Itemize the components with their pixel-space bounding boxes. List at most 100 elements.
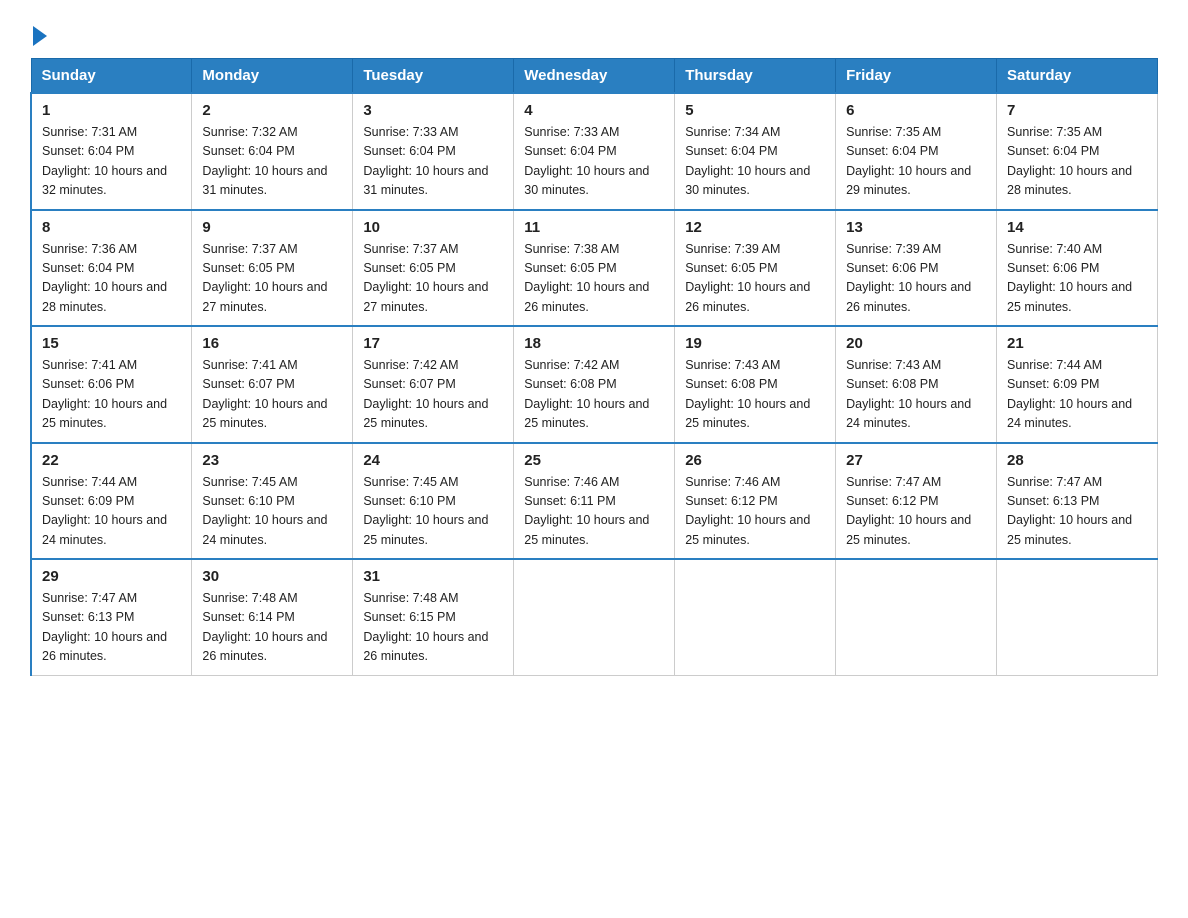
day-info: Sunrise: 7:36 AMSunset: 6:04 PMDaylight:…: [42, 242, 167, 314]
day-number: 14: [1007, 219, 1147, 236]
day-info: Sunrise: 7:41 AMSunset: 6:07 PMDaylight:…: [202, 358, 327, 430]
calendar-cell: [997, 559, 1158, 675]
day-info: Sunrise: 7:35 AMSunset: 6:04 PMDaylight:…: [1007, 125, 1132, 197]
day-info: Sunrise: 7:47 AMSunset: 6:12 PMDaylight:…: [846, 475, 971, 547]
day-info: Sunrise: 7:47 AMSunset: 6:13 PMDaylight:…: [1007, 475, 1132, 547]
day-info: Sunrise: 7:43 AMSunset: 6:08 PMDaylight:…: [846, 358, 971, 430]
calendar-cell: 27 Sunrise: 7:47 AMSunset: 6:12 PMDaylig…: [836, 443, 997, 560]
logo: [30, 24, 47, 40]
day-number: 25: [524, 452, 664, 469]
day-number: 23: [202, 452, 342, 469]
day-number: 1: [42, 102, 181, 119]
day-number: 9: [202, 219, 342, 236]
day-number: 16: [202, 335, 342, 352]
calendar-cell: 1 Sunrise: 7:31 AMSunset: 6:04 PMDayligh…: [31, 93, 192, 210]
day-info: Sunrise: 7:39 AMSunset: 6:05 PMDaylight:…: [685, 242, 810, 314]
calendar-cell: [675, 559, 836, 675]
day-number: 26: [685, 452, 825, 469]
calendar-cell: 21 Sunrise: 7:44 AMSunset: 6:09 PMDaylig…: [997, 326, 1158, 443]
day-number: 18: [524, 335, 664, 352]
calendar-cell: 28 Sunrise: 7:47 AMSunset: 6:13 PMDaylig…: [997, 443, 1158, 560]
day-info: Sunrise: 7:34 AMSunset: 6:04 PMDaylight:…: [685, 125, 810, 197]
day-info: Sunrise: 7:39 AMSunset: 6:06 PMDaylight:…: [846, 242, 971, 314]
calendar-cell: 18 Sunrise: 7:42 AMSunset: 6:08 PMDaylig…: [514, 326, 675, 443]
calendar-cell: 7 Sunrise: 7:35 AMSunset: 6:04 PMDayligh…: [997, 93, 1158, 210]
day-info: Sunrise: 7:46 AMSunset: 6:11 PMDaylight:…: [524, 475, 649, 547]
weekday-header-wednesday: Wednesday: [514, 59, 675, 94]
day-info: Sunrise: 7:35 AMSunset: 6:04 PMDaylight:…: [846, 125, 971, 197]
calendar-cell: 22 Sunrise: 7:44 AMSunset: 6:09 PMDaylig…: [31, 443, 192, 560]
day-number: 20: [846, 335, 986, 352]
calendar-cell: 4 Sunrise: 7:33 AMSunset: 6:04 PMDayligh…: [514, 93, 675, 210]
calendar-cell: 30 Sunrise: 7:48 AMSunset: 6:14 PMDaylig…: [192, 559, 353, 675]
day-number: 30: [202, 568, 342, 585]
day-info: Sunrise: 7:44 AMSunset: 6:09 PMDaylight:…: [1007, 358, 1132, 430]
calendar-cell: [514, 559, 675, 675]
calendar-cell: 3 Sunrise: 7:33 AMSunset: 6:04 PMDayligh…: [353, 93, 514, 210]
day-number: 11: [524, 219, 664, 236]
day-info: Sunrise: 7:48 AMSunset: 6:14 PMDaylight:…: [202, 591, 327, 663]
calendar-cell: 23 Sunrise: 7:45 AMSunset: 6:10 PMDaylig…: [192, 443, 353, 560]
day-info: Sunrise: 7:33 AMSunset: 6:04 PMDaylight:…: [524, 125, 649, 197]
day-number: 28: [1007, 452, 1147, 469]
day-number: 21: [1007, 335, 1147, 352]
day-number: 5: [685, 102, 825, 119]
day-number: 31: [363, 568, 503, 585]
day-number: 19: [685, 335, 825, 352]
calendar-cell: 14 Sunrise: 7:40 AMSunset: 6:06 PMDaylig…: [997, 210, 1158, 327]
day-number: 17: [363, 335, 503, 352]
day-info: Sunrise: 7:38 AMSunset: 6:05 PMDaylight:…: [524, 242, 649, 314]
day-info: Sunrise: 7:31 AMSunset: 6:04 PMDaylight:…: [42, 125, 167, 197]
day-info: Sunrise: 7:40 AMSunset: 6:06 PMDaylight:…: [1007, 242, 1132, 314]
day-info: Sunrise: 7:44 AMSunset: 6:09 PMDaylight:…: [42, 475, 167, 547]
calendar-table: SundayMondayTuesdayWednesdayThursdayFrid…: [30, 58, 1158, 676]
calendar-cell: 31 Sunrise: 7:48 AMSunset: 6:15 PMDaylig…: [353, 559, 514, 675]
day-info: Sunrise: 7:42 AMSunset: 6:07 PMDaylight:…: [363, 358, 488, 430]
calendar-cell: 11 Sunrise: 7:38 AMSunset: 6:05 PMDaylig…: [514, 210, 675, 327]
logo-triangle-icon: [33, 26, 47, 46]
day-info: Sunrise: 7:43 AMSunset: 6:08 PMDaylight:…: [685, 358, 810, 430]
day-number: 8: [42, 219, 181, 236]
weekday-header-friday: Friday: [836, 59, 997, 94]
day-number: 24: [363, 452, 503, 469]
calendar-cell: 29 Sunrise: 7:47 AMSunset: 6:13 PMDaylig…: [31, 559, 192, 675]
day-info: Sunrise: 7:33 AMSunset: 6:04 PMDaylight:…: [363, 125, 488, 197]
calendar-cell: 26 Sunrise: 7:46 AMSunset: 6:12 PMDaylig…: [675, 443, 836, 560]
day-number: 10: [363, 219, 503, 236]
calendar-cell: 2 Sunrise: 7:32 AMSunset: 6:04 PMDayligh…: [192, 93, 353, 210]
day-number: 13: [846, 219, 986, 236]
day-number: 22: [42, 452, 181, 469]
day-info: Sunrise: 7:41 AMSunset: 6:06 PMDaylight:…: [42, 358, 167, 430]
calendar-cell: 12 Sunrise: 7:39 AMSunset: 6:05 PMDaylig…: [675, 210, 836, 327]
page-header: [30, 24, 1158, 40]
calendar-cell: 19 Sunrise: 7:43 AMSunset: 6:08 PMDaylig…: [675, 326, 836, 443]
calendar-cell: 5 Sunrise: 7:34 AMSunset: 6:04 PMDayligh…: [675, 93, 836, 210]
day-info: Sunrise: 7:32 AMSunset: 6:04 PMDaylight:…: [202, 125, 327, 197]
day-info: Sunrise: 7:46 AMSunset: 6:12 PMDaylight:…: [685, 475, 810, 547]
calendar-cell: 6 Sunrise: 7:35 AMSunset: 6:04 PMDayligh…: [836, 93, 997, 210]
day-info: Sunrise: 7:42 AMSunset: 6:08 PMDaylight:…: [524, 358, 649, 430]
calendar-cell: 13 Sunrise: 7:39 AMSunset: 6:06 PMDaylig…: [836, 210, 997, 327]
day-info: Sunrise: 7:37 AMSunset: 6:05 PMDaylight:…: [202, 242, 327, 314]
day-info: Sunrise: 7:48 AMSunset: 6:15 PMDaylight:…: [363, 591, 488, 663]
calendar-cell: 24 Sunrise: 7:45 AMSunset: 6:10 PMDaylig…: [353, 443, 514, 560]
day-number: 6: [846, 102, 986, 119]
day-number: 27: [846, 452, 986, 469]
calendar-cell: [836, 559, 997, 675]
day-info: Sunrise: 7:45 AMSunset: 6:10 PMDaylight:…: [363, 475, 488, 547]
day-number: 7: [1007, 102, 1147, 119]
calendar-cell: 10 Sunrise: 7:37 AMSunset: 6:05 PMDaylig…: [353, 210, 514, 327]
day-number: 15: [42, 335, 181, 352]
calendar-cell: 16 Sunrise: 7:41 AMSunset: 6:07 PMDaylig…: [192, 326, 353, 443]
day-number: 29: [42, 568, 181, 585]
day-info: Sunrise: 7:47 AMSunset: 6:13 PMDaylight:…: [42, 591, 167, 663]
weekday-header-sunday: Sunday: [31, 59, 192, 94]
calendar-cell: 8 Sunrise: 7:36 AMSunset: 6:04 PMDayligh…: [31, 210, 192, 327]
day-number: 4: [524, 102, 664, 119]
weekday-header-saturday: Saturday: [997, 59, 1158, 94]
day-number: 2: [202, 102, 342, 119]
weekday-header-tuesday: Tuesday: [353, 59, 514, 94]
day-info: Sunrise: 7:45 AMSunset: 6:10 PMDaylight:…: [202, 475, 327, 547]
calendar-cell: 17 Sunrise: 7:42 AMSunset: 6:07 PMDaylig…: [353, 326, 514, 443]
calendar-cell: 9 Sunrise: 7:37 AMSunset: 6:05 PMDayligh…: [192, 210, 353, 327]
